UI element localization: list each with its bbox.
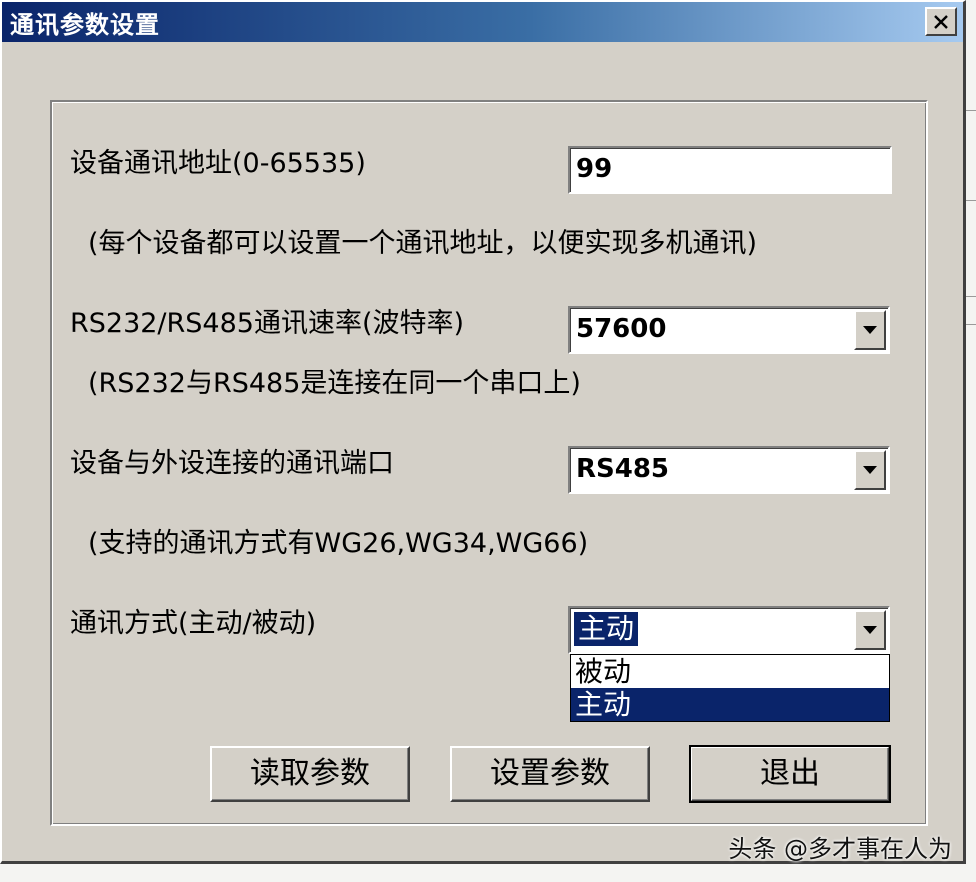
address-label: 设备通讯地址(0-65535) xyxy=(70,148,366,179)
read-params-button[interactable]: 读取参数 xyxy=(210,746,410,802)
mode-dropdown-list: 被动 主动 xyxy=(570,654,890,722)
mode-label: 通讯方式(主动/被动) xyxy=(70,608,317,639)
title-bar[interactable]: 通讯参数设置 xyxy=(2,2,963,42)
mode-selected-value: 主动 xyxy=(572,611,640,647)
comm-settings-dialog: 通讯参数设置 设备通讯地址(0-65535) 99 (每个设备都可以设置一个通讯… xyxy=(0,0,966,864)
chevron-down-icon xyxy=(863,466,877,474)
port-dropdown-button[interactable] xyxy=(854,450,886,490)
mode-dropdown-button[interactable] xyxy=(854,610,886,650)
close-button[interactable] xyxy=(925,7,957,36)
mode-select[interactable]: 主动 xyxy=(568,606,890,654)
baud-select[interactable]: 57600 xyxy=(568,306,890,354)
chevron-down-icon xyxy=(863,626,877,634)
close-icon xyxy=(934,14,948,29)
baud-dropdown-button[interactable] xyxy=(854,310,886,350)
address-input[interactable]: 99 xyxy=(568,146,892,194)
port-label: 设备与外设连接的通讯端口 xyxy=(70,448,394,479)
mode-option-active[interactable]: 主动 xyxy=(571,688,889,721)
address-hint: (每个设备都可以设置一个通讯地址，以便实现多机通讯) xyxy=(88,228,758,259)
port-value: RS485 xyxy=(576,454,670,484)
watermark: 头条 @多才事在人为 xyxy=(728,835,952,863)
baud-hint: (RS232与RS485是连接在同一个串口上) xyxy=(88,368,581,399)
mode-option-passive[interactable]: 被动 xyxy=(571,655,889,688)
exit-button[interactable]: 退出 xyxy=(689,745,891,803)
chevron-down-icon xyxy=(863,326,877,334)
dialog-title: 通讯参数设置 xyxy=(10,10,160,39)
baud-label: RS232/RS485通讯速率(波特率) xyxy=(70,308,465,339)
port-hint: (支持的通讯方式有WG26,WG34,WG66) xyxy=(88,528,589,559)
baud-value: 57600 xyxy=(576,314,667,344)
set-params-button[interactable]: 设置参数 xyxy=(450,746,650,802)
port-select[interactable]: RS485 xyxy=(568,446,890,494)
